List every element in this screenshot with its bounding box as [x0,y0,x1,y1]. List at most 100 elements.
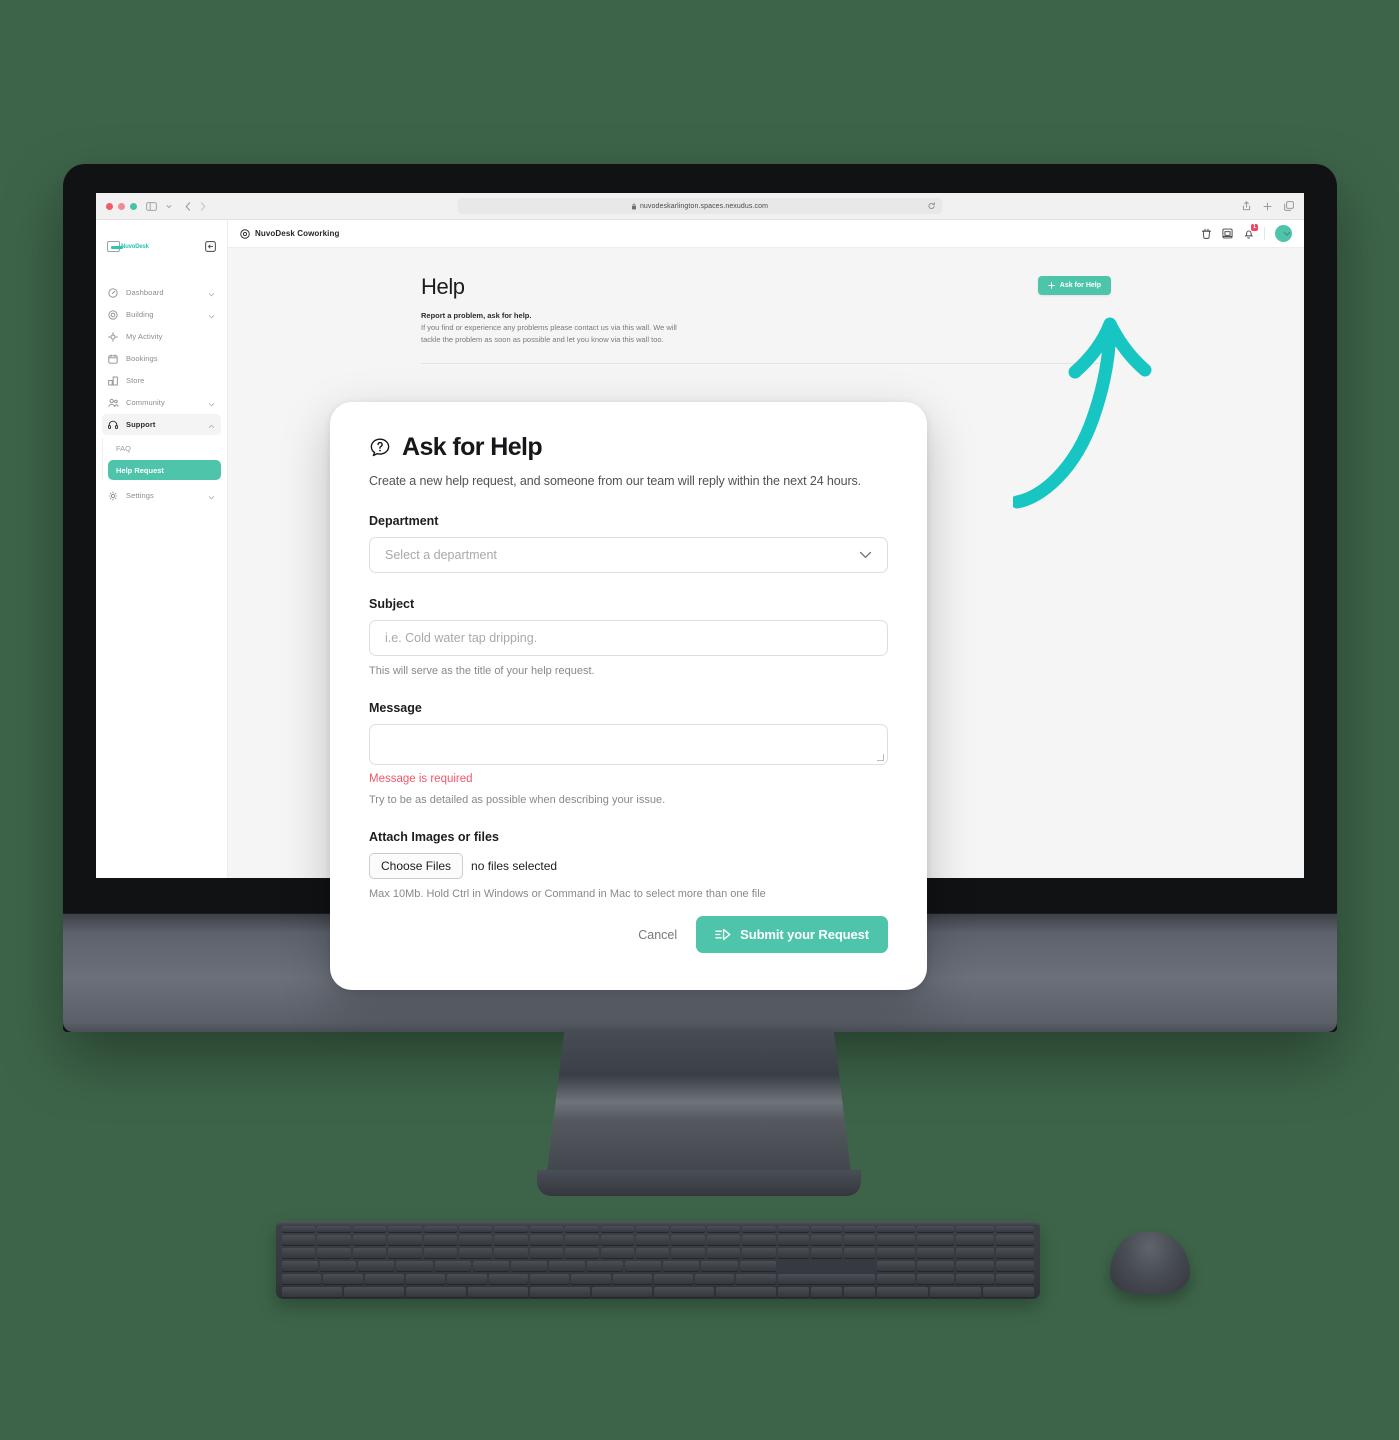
mouse [1110,1232,1190,1294]
sidebar-item-label: Bookings [126,354,158,363]
cancel-button[interactable]: Cancel [638,928,677,942]
location-pin-icon [240,228,250,239]
chevron-down-icon [208,394,215,412]
chevron-down-icon [208,284,215,302]
browser-toolbar: nuvodeskarlington.spaces.nexudus.com [96,193,1304,220]
sidebar-item-my-activity[interactable]: My Activity [102,326,221,347]
logo-text: NuvoDesk [121,243,149,250]
app-logo[interactable]: NuvoDesk [107,241,149,252]
subject-hint: This will serve as the title of your hel… [369,665,595,677]
sidebar-item-label: Settings [126,491,154,500]
forward-arrow-icon[interactable] [200,201,206,211]
keyboard-nav-cluster [777,1226,875,1300]
message-textarea[interactable] [369,724,888,765]
sidebar-item-building[interactable]: Building [102,304,221,325]
submit-label: Submit your Request [740,927,869,942]
gear-icon [108,490,119,501]
url-text: nuvodeskarlington.spaces.nexudus.com [639,202,769,210]
top-bar-actions: 1 [1201,224,1292,242]
modal-title: Ask for Help [402,433,543,461]
sidebar-item-label: Building [126,310,154,319]
modal-actions: Cancel Submit your Request [638,916,888,953]
chevron-down-icon[interactable] [166,204,172,209]
printer-icon[interactable] [1222,228,1233,239]
sidebar-item-faq[interactable]: FAQ [108,438,221,458]
plus-icon[interactable] [1263,202,1272,211]
people-icon [108,398,119,408]
top-bar: NuvoDesk Coworking 1 [228,220,1304,248]
department-selected-value: Select a department [385,548,497,562]
sidebar-item-bookings[interactable]: Bookings [102,348,221,369]
chevron-down-icon[interactable] [1283,231,1291,236]
file-input-row: Choose Files no files selected [369,853,888,879]
window-traffic-lights[interactable] [106,202,137,210]
reload-icon[interactable] [928,197,936,215]
share-icon[interactable] [1242,201,1251,211]
keyboard [276,1221,1040,1299]
attach-hint: Max 10Mb. Hold Ctrl in Windows or Comman… [369,888,766,900]
url-bar[interactable]: nuvodeskarlington.spaces.nexudus.com [457,197,943,215]
chevron-down-icon [208,306,215,324]
sidebar-item-dashboard[interactable]: Dashboard [102,282,221,303]
close-window-button[interactable] [106,202,113,210]
question-chat-icon [369,437,391,459]
coffee-cup-icon[interactable] [1201,228,1212,239]
attach-label: Attach Images or files [369,830,499,844]
lock-icon [632,197,637,215]
tab-overview-icon[interactable] [1284,201,1294,211]
headset-icon [108,420,119,430]
sidebar-subnav-support: FAQ Help Request [102,438,221,480]
back-arrow-icon[interactable] [185,201,191,211]
sidebar-item-label: Community [126,398,165,407]
sidebar-item-label: My Activity [126,332,163,341]
sidebar-nav: Dashboard Building My Activity Bookings … [96,282,227,506]
department-select[interactable]: Select a department [369,537,888,573]
file-status-text: no files selected [471,859,558,873]
calendar-icon [108,353,119,364]
subject-label: Subject [369,597,415,611]
submit-request-button[interactable]: Submit your Request [696,916,888,953]
divider [1264,227,1265,240]
subject-placeholder: i.e. Cold water tap dripping. [385,631,538,645]
modal-description: Create a new help request, and someone f… [369,474,862,488]
chevron-down-icon [859,551,872,559]
chevron-down-icon [208,487,215,505]
sidebar-item-store[interactable]: Store [102,370,221,391]
maximize-window-button[interactable] [130,202,137,210]
collapse-sidebar-icon[interactable] [205,241,216,252]
keyboard-numpad-cluster [876,1226,1035,1300]
sidebar-item-help-request[interactable]: Help Request [108,460,221,480]
monitor-stand-neck [546,1030,852,1180]
site-name: NuvoDesk Coworking [255,229,340,238]
sidebar: NuvoDesk Dashboard Building My Activity … [96,220,228,878]
notification-bell-icon[interactable]: 1 [1243,224,1258,239]
building-icon [108,309,119,320]
sidebar-item-label: Support [126,420,156,429]
choose-files-button[interactable]: Choose Files [369,853,464,879]
chevron-up-icon [208,416,215,434]
scene: nuvodeskarlington.spaces.nexudus.com Nuv… [0,0,1399,1440]
sidebar-item-support[interactable]: Support [102,414,221,435]
sidebar-toggle-icon[interactable] [146,201,157,211]
message-hint: Try to be as detailed as possible when d… [369,794,666,806]
message-label: Message [369,701,422,715]
department-label: Department [369,514,439,528]
sidebar-header: NuvoDesk [96,228,227,260]
sidebar-item-settings[interactable]: Settings [102,485,221,506]
store-icon [108,376,119,386]
ask-for-help-modal: Ask for Help Create a new help request, … [330,402,927,990]
modal-title-row: Ask for Help [369,433,888,462]
keyboard-main-cluster [282,1226,776,1300]
browser-right-controls [1242,201,1294,211]
sidebar-item-label: Dashboard [126,288,164,297]
monitor-stand-foot [537,1170,861,1196]
message-error: Message is required [369,773,473,785]
subject-input[interactable]: i.e. Cold water tap dripping. [369,620,888,656]
sidebar-item-label: Store [126,376,145,385]
send-icon [715,928,731,941]
sidebar-item-community[interactable]: Community [102,392,221,413]
minimize-window-button[interactable] [118,202,125,210]
browser-left-controls [106,201,206,211]
logo-mark-icon [107,241,123,252]
activity-icon [108,331,119,342]
